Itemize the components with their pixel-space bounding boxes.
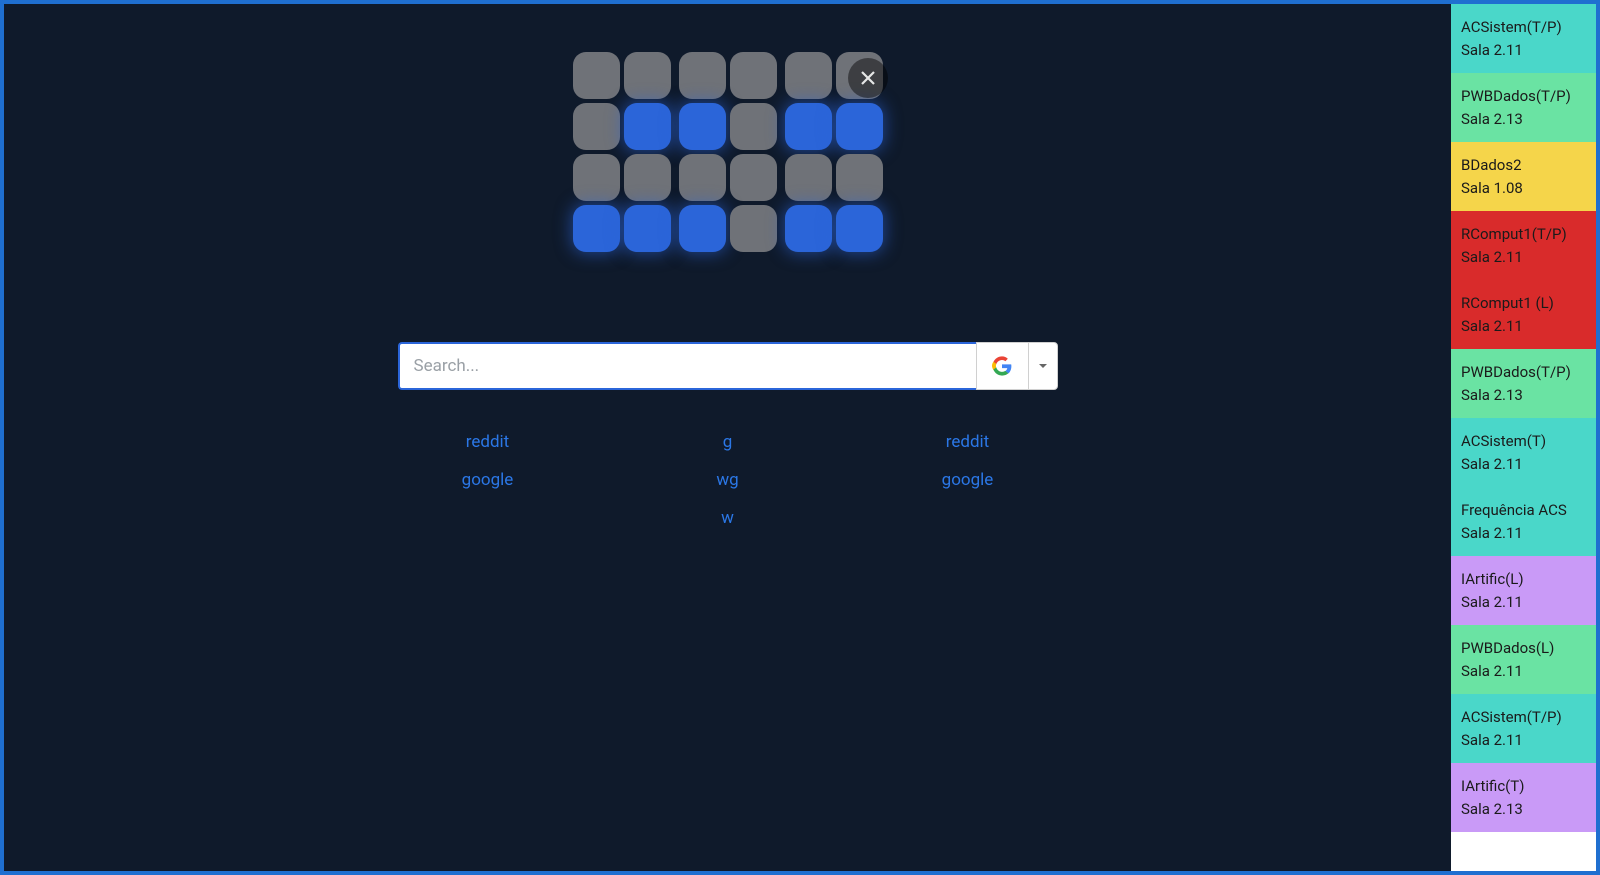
sidebar-item[interactable]: PWBDados(T/P) Sala 2.13: [1451, 73, 1596, 142]
close-button[interactable]: [848, 58, 888, 98]
clock-cell: [573, 52, 620, 99]
sidebar-item-room: Sala 2.11: [1461, 591, 1586, 614]
clock-cell: [679, 154, 726, 201]
quicklink[interactable]: google: [942, 470, 994, 490]
sidebar-item-title: ACSistem(T/P): [1461, 18, 1562, 36]
quicklink[interactable]: reddit: [466, 432, 510, 452]
clock-cell: [624, 103, 671, 150]
sidebar-item[interactable]: BDados2 Sala 1.08: [1451, 142, 1596, 211]
search-bar: [398, 342, 1058, 390]
sidebar-item-room: Sala 2.11: [1461, 315, 1586, 338]
clock-cell: [836, 103, 883, 150]
quicklink-column: g wg w: [668, 432, 788, 528]
clock-cell: [573, 154, 620, 201]
clock-cell: [785, 154, 832, 201]
clock-cell: [785, 103, 832, 150]
schedule-sidebar: ACSistem(T/P) Sala 2.11 PWBDados(T/P) Sala …: [1451, 4, 1596, 871]
sidebar-item[interactable]: ACSistem(T) Sala 2.11: [1451, 418, 1596, 487]
sidebar-item[interactable]: IArtific(T) Sala 2.13: [1451, 763, 1596, 832]
search-engine-dropdown[interactable]: [1028, 342, 1058, 390]
sidebar-item-title: Frequência ACS: [1461, 501, 1567, 519]
sidebar-item-room: Sala 2.13: [1461, 798, 1586, 821]
sidebar-item[interactable]: PWBDados(T/P) Sala 2.13: [1451, 349, 1596, 418]
sidebar-item-room: Sala 2.13: [1461, 108, 1586, 131]
sidebar-item-title: PWBDados(T/P): [1461, 363, 1571, 381]
google-icon: [992, 356, 1012, 376]
clock-cell: [624, 205, 671, 252]
sidebar-item-title: RComput1 (L): [1461, 294, 1554, 312]
clock-cell: [730, 52, 777, 99]
sidebar-item[interactable]: RComput1 (L) Sala 2.11: [1451, 280, 1596, 349]
sidebar-item-room: Sala 2.11: [1461, 522, 1586, 545]
sidebar-item[interactable]: ACSistem(T/P) Sala 2.11: [1451, 4, 1596, 73]
clock-cell: [730, 154, 777, 201]
sidebar-item-title: ACSistem(T): [1461, 432, 1546, 450]
sidebar-item-room: Sala 2.13: [1461, 384, 1586, 407]
clock-cell: [730, 103, 777, 150]
sidebar-item-title: RComput1(T/P): [1461, 225, 1567, 243]
clock-cell: [624, 52, 671, 99]
clock-cell: [573, 103, 620, 150]
sidebar-item-room: Sala 2.11: [1461, 453, 1586, 476]
chevron-down-icon: [1038, 361, 1048, 371]
clock-cell: [624, 154, 671, 201]
clock-cell: [730, 205, 777, 252]
clock-cell: [573, 205, 620, 252]
sidebar-item-title: BDados2: [1461, 156, 1522, 174]
binary-clock: [573, 52, 883, 252]
clock-digit-group: [573, 52, 671, 252]
clock-cell: [679, 103, 726, 150]
sidebar-item[interactable]: RComput1(T/P) Sala 2.11: [1451, 211, 1596, 280]
search-input[interactable]: [398, 342, 976, 390]
clock-cell: [679, 205, 726, 252]
clock-cell: [785, 52, 832, 99]
sidebar-item[interactable]: IArtific(L) Sala 2.11: [1451, 556, 1596, 625]
sidebar-item-title: IArtific(T): [1461, 777, 1524, 795]
quick-links: reddit google g wg w reddit google: [398, 432, 1058, 528]
quicklink[interactable]: reddit: [946, 432, 990, 452]
sidebar-item[interactable]: PWBDados(L) Sala 2.11: [1451, 625, 1596, 694]
quicklink[interactable]: google: [462, 470, 514, 490]
quicklink[interactable]: w: [721, 508, 734, 528]
quicklink[interactable]: g: [723, 432, 733, 452]
sidebar-item-room: Sala 2.11: [1461, 39, 1586, 62]
clock-cell: [679, 52, 726, 99]
sidebar-item-room: Sala 2.11: [1461, 660, 1586, 683]
sidebar-item-room: Sala 2.11: [1461, 729, 1586, 752]
main-area: reddit google g wg w reddit google: [4, 4, 1451, 871]
sidebar-item-title: PWBDados(T/P): [1461, 87, 1571, 105]
clock-cell: [785, 205, 832, 252]
clock-digit-group: [679, 52, 777, 252]
quicklink[interactable]: wg: [716, 470, 738, 490]
clock-cell: [836, 205, 883, 252]
sidebar-item-title: IArtific(L): [1461, 570, 1524, 588]
search-engine-button[interactable]: [976, 342, 1028, 390]
sidebar-item[interactable]: Frequência ACS Sala 2.11: [1451, 487, 1596, 556]
sidebar-item-room: Sala 2.11: [1461, 246, 1586, 269]
close-icon: [860, 70, 876, 86]
sidebar-item-room: Sala 1.08: [1461, 177, 1586, 200]
sidebar-item[interactable]: ACSistem(T/P) Sala 2.11: [1451, 694, 1596, 763]
sidebar-item-title: PWBDados(L): [1461, 639, 1554, 657]
sidebar-item-title: ACSistem(T/P): [1461, 708, 1562, 726]
quicklink-column: reddit google: [908, 432, 1028, 528]
clock-cell: [836, 154, 883, 201]
quicklink-column: reddit google: [428, 432, 548, 528]
